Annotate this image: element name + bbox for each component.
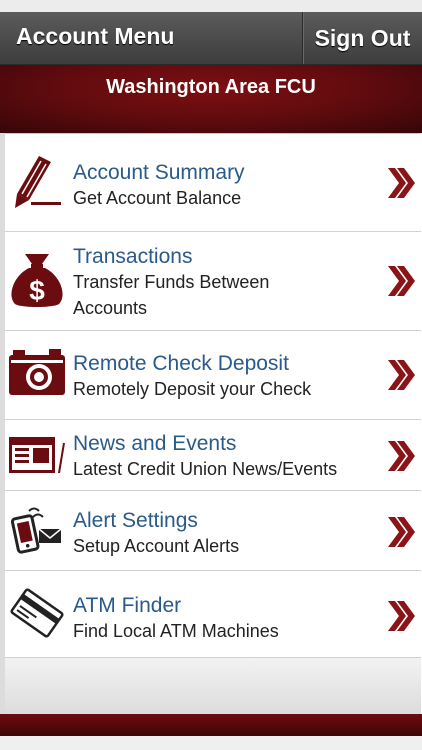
credit-union-banner: Washington Area FCU bbox=[0, 65, 422, 133]
credit-union-name: Washington Area FCU bbox=[106, 76, 316, 98]
menu-item-subtitle: Setup Account Alerts bbox=[73, 536, 240, 556]
menu-item-subtitle: Latest Credit Union News/Events bbox=[73, 459, 338, 479]
svg-text:$: $ bbox=[29, 275, 45, 306]
menu-item-atm-finder[interactable]: ATM Finder Find Local ATM Machines bbox=[5, 571, 421, 660]
menu-item-news-and-events[interactable]: News and Events Latest Credit Union News… bbox=[5, 420, 421, 491]
atm-card-icon bbox=[10, 588, 64, 638]
menu-item-account-summary[interactable]: Account Summary Get Account Balance bbox=[5, 133, 421, 232]
menu-item-alert-settings[interactable]: Alert Settings Setup Account Alerts bbox=[5, 491, 421, 571]
bottom-strip bbox=[0, 736, 422, 750]
footer-bar bbox=[0, 714, 422, 736]
camera-icon bbox=[9, 349, 65, 395]
chevron-right-icon bbox=[388, 601, 415, 631]
chevron-right-icon bbox=[388, 266, 415, 296]
newspaper-icon bbox=[9, 437, 65, 474]
status-strip bbox=[0, 0, 422, 12]
menu-item-title: Transactions bbox=[73, 245, 193, 268]
footer-panel bbox=[5, 657, 421, 715]
menu-list: Account Summary Get Account Balance $ Tr… bbox=[5, 133, 421, 660]
menu-item-title: Remote Check Deposit bbox=[73, 352, 289, 375]
menu-item-transactions[interactable]: $ Transactions Transfer Funds Between Ac… bbox=[5, 232, 421, 331]
page-title: Account Menu bbox=[16, 23, 175, 49]
phone-alert-icon bbox=[10, 507, 62, 554]
menu-item-subtitle: Get Account Balance bbox=[73, 188, 242, 208]
menu-item-title: News and Events bbox=[73, 432, 237, 455]
app-header: Account Menu Sign Out bbox=[0, 12, 422, 65]
money-bag-icon: $ bbox=[11, 254, 63, 307]
menu-item-subtitle: Find Local ATM Machines bbox=[73, 621, 279, 641]
menu-item-remote-check-deposit[interactable]: Remote Check Deposit Remotely Deposit yo… bbox=[5, 331, 421, 420]
menu-item-subtitle: Remotely Deposit your Check bbox=[73, 379, 312, 399]
menu-item-title: Alert Settings bbox=[73, 509, 198, 532]
chevron-right-icon bbox=[388, 360, 415, 390]
menu-item-title: Account Summary bbox=[73, 161, 245, 184]
chevron-right-icon bbox=[388, 517, 415, 547]
chevron-right-icon bbox=[388, 168, 415, 198]
sign-out-button[interactable]: Sign Out bbox=[302, 12, 422, 64]
chevron-right-icon bbox=[388, 441, 415, 471]
pencil-icon bbox=[15, 156, 61, 208]
menu-item-subtitle: Transfer Funds Between Accounts bbox=[73, 272, 270, 318]
menu-item-title: ATM Finder bbox=[73, 594, 182, 617]
